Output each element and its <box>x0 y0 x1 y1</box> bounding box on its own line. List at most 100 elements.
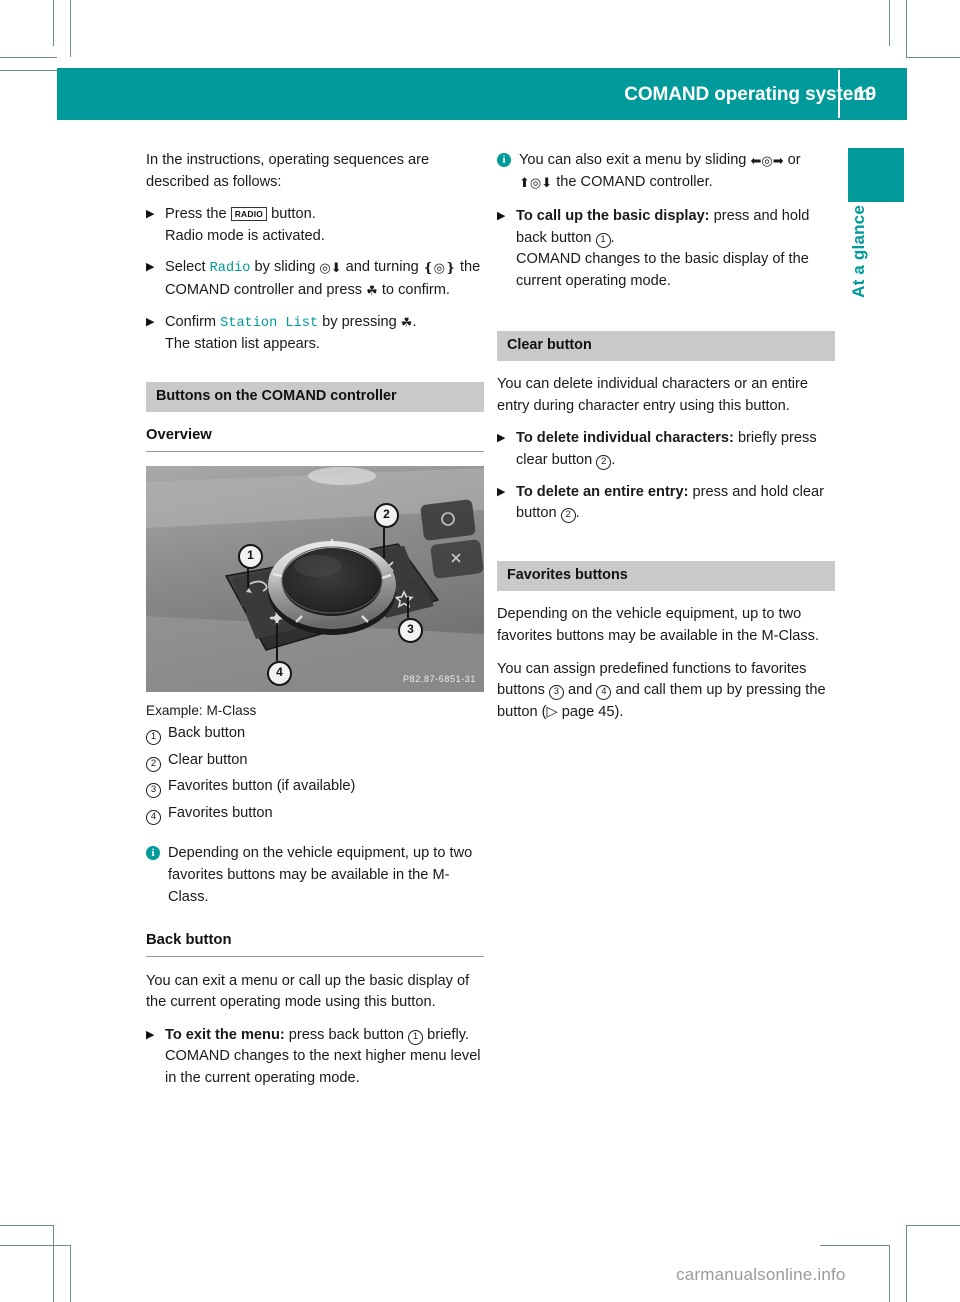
step-bullet-icon: ▶ <box>497 210 506 223</box>
reference-number-2: 2 <box>596 454 612 470</box>
legend-item: 3 Favorites button (if available) <box>146 776 484 800</box>
slide-down-icon: ◎⬇ <box>319 260 342 276</box>
page-title: COMAND operating system <box>624 84 870 105</box>
page-reference-link[interactable]: page 45 <box>562 704 615 720</box>
clear-button-body: You can delete individual characters or … <box>497 376 808 414</box>
favorites-text-end: ). <box>614 703 624 720</box>
reference-number-4: 4 <box>596 685 612 701</box>
crop-mark-top-left-horizontal-outer <box>0 57 57 58</box>
crop-mark-bottom-left-horizontal-inner <box>0 1245 71 1246</box>
step-result: COMAND changes to the basic display of t… <box>516 251 809 289</box>
back-button-body: You can exit a menu or call up the basic… <box>146 972 470 1011</box>
right-column: i You can also exit a menu by sliding ⬅◎… <box>497 150 835 734</box>
step-label-bold: To delete an entire entry: <box>516 483 689 500</box>
step-bullet-icon: ▶ <box>497 485 506 498</box>
sub-header-back-button: Back button <box>146 930 484 957</box>
step-press-radio: ▶ Press the RADIO button. Radio mode is … <box>146 204 484 247</box>
legend-label: Clear button <box>168 751 248 768</box>
step-text-post: button. <box>267 206 316 223</box>
favorites-body-2: You can assign predefined functions to f… <box>497 659 835 724</box>
legend-number: 4 <box>146 803 168 827</box>
callout-3: 3 <box>398 617 423 643</box>
step-text-after: . <box>610 229 615 246</box>
crop-mark-top-right-horizontal <box>906 57 960 58</box>
legend-number: 3 <box>146 776 168 800</box>
radio-keycap-icon: RADIO <box>230 207 268 222</box>
header-divider <box>838 70 840 118</box>
legend-item: 4 Favorites button <box>146 803 484 827</box>
menu-item-radio: Radio <box>209 261 251 277</box>
legend-label: Favorites button <box>168 804 273 821</box>
intro-paragraph: In the instructions, operating sequences… <box>146 152 430 190</box>
step-label-bold: To delete individual characters: <box>516 430 734 447</box>
press-controller-icon: ☘ <box>400 314 413 330</box>
note-text-post: the COMAND controller. <box>552 173 713 190</box>
step-bullet-icon: ▶ <box>146 261 155 274</box>
step-text-after: briefly. <box>423 1026 470 1043</box>
step-result: Radio mode is activated. <box>165 227 325 244</box>
step-text-mid: by pressing <box>318 313 401 330</box>
legend-number: 2 <box>146 750 168 774</box>
step-text-post: . <box>412 313 417 330</box>
slide-up-down-icon: ⬆◎⬇ <box>519 174 553 190</box>
crop-mark-top-right-vertical-inner <box>889 0 890 46</box>
page-number: 19 <box>855 84 877 105</box>
menu-item-station-list: Station List <box>220 315 319 331</box>
crop-mark-bottom-right-horizontal-outer <box>906 1225 960 1226</box>
step-result: COMAND changes to the next higher menu l… <box>165 1048 481 1087</box>
legend-label: Back button <box>168 724 246 741</box>
site-watermark: carmanualsonline.info <box>676 1265 846 1284</box>
callout-1: 1 <box>238 543 263 569</box>
step-text-pre: Select <box>165 259 210 276</box>
crop-mark-bottom-left-vertical-inner <box>70 1245 71 1302</box>
crop-mark-bottom-right-vertical-inner <box>889 1245 890 1302</box>
crop-mark-top-left-vertical-outer <box>53 0 54 46</box>
turn-controller-icon: ❴◎❵ <box>422 260 456 276</box>
edge-tab-label-wrap: At a glance <box>846 205 872 375</box>
figure-legend: 1 Back button 2 Clear button 3 Favorites… <box>146 723 484 826</box>
step-call-up-basic-display: ▶ To call up the basic display: press an… <box>497 206 835 292</box>
comand-controller-illustration: P82.87-6851-31 <box>146 465 484 692</box>
favorites-text-mid: and <box>563 682 597 699</box>
left-column: In the instructions, operating sequences… <box>146 150 484 1100</box>
callout-2: 2 <box>374 502 399 528</box>
callout-4: 4 <box>267 660 292 686</box>
step-text-after: . <box>575 505 580 522</box>
step-label-bold: To exit the menu: <box>165 1026 285 1043</box>
step-text-mid2: and turning <box>341 259 423 276</box>
step-text-pre: Press the <box>165 206 231 223</box>
step-confirm-station-list: ▶ Confirm Station List by pressing ☘. Th… <box>146 312 484 356</box>
crop-mark-top-right-vertical-outer <box>906 0 907 57</box>
legend-number: 1 <box>146 723 168 747</box>
info-icon: i <box>146 846 160 861</box>
page-ref-arrow-icon: ▷ <box>546 703 562 720</box>
step-text-pre: Confirm <box>165 313 221 330</box>
note-text-pre: You can also exit a menu by sliding <box>519 152 751 168</box>
comand-controller-photo: P82.87-6851-31 1 2 3 4 <box>146 465 484 692</box>
note-text-mid: or <box>783 152 801 168</box>
step-to-exit-the-menu: ▶ To exit the menu: press back button 1 … <box>146 1025 484 1090</box>
info-note-favorites: i Depending on the vehicle equipment, up… <box>146 843 484 908</box>
info-note-text: Depending on the vehicle equipment, up t… <box>168 845 473 905</box>
info-note-exit-menu: i You can also exit a menu by sliding ⬅◎… <box>497 150 835 193</box>
edge-tab-marker <box>848 148 904 202</box>
section-header-clear-button: Clear button <box>497 330 835 362</box>
step-text-mid: by sliding <box>250 259 320 276</box>
legend-item: 2 Clear button <box>146 750 484 774</box>
slide-left-right-icon: ⬅◎➡ <box>750 153 784 168</box>
reference-number-1: 1 <box>408 1029 424 1045</box>
legend-item: 1 Back button <box>146 723 484 747</box>
legend-label: Favorites button (if available) <box>168 778 356 795</box>
step-bullet-icon: ▶ <box>146 315 155 328</box>
crop-mark-top-left-vertical-inner <box>70 0 71 57</box>
crop-mark-bottom-right-vertical-outer <box>906 1225 907 1302</box>
reference-number-3: 3 <box>548 685 564 701</box>
crop-mark-bottom-left-vertical-outer <box>53 1225 54 1302</box>
figure-caption: Example: M-Class <box>146 702 257 718</box>
step-text-after: . <box>611 451 616 468</box>
press-controller-icon: ☘ <box>366 282 378 298</box>
step-bullet-icon: ▶ <box>146 1028 155 1041</box>
section-header-buttons-on-controller: Buttons on the COMAND controller <box>146 381 484 413</box>
crop-mark-bottom-right-horizontal-inner <box>820 1245 890 1246</box>
info-icon: i <box>497 153 511 167</box>
